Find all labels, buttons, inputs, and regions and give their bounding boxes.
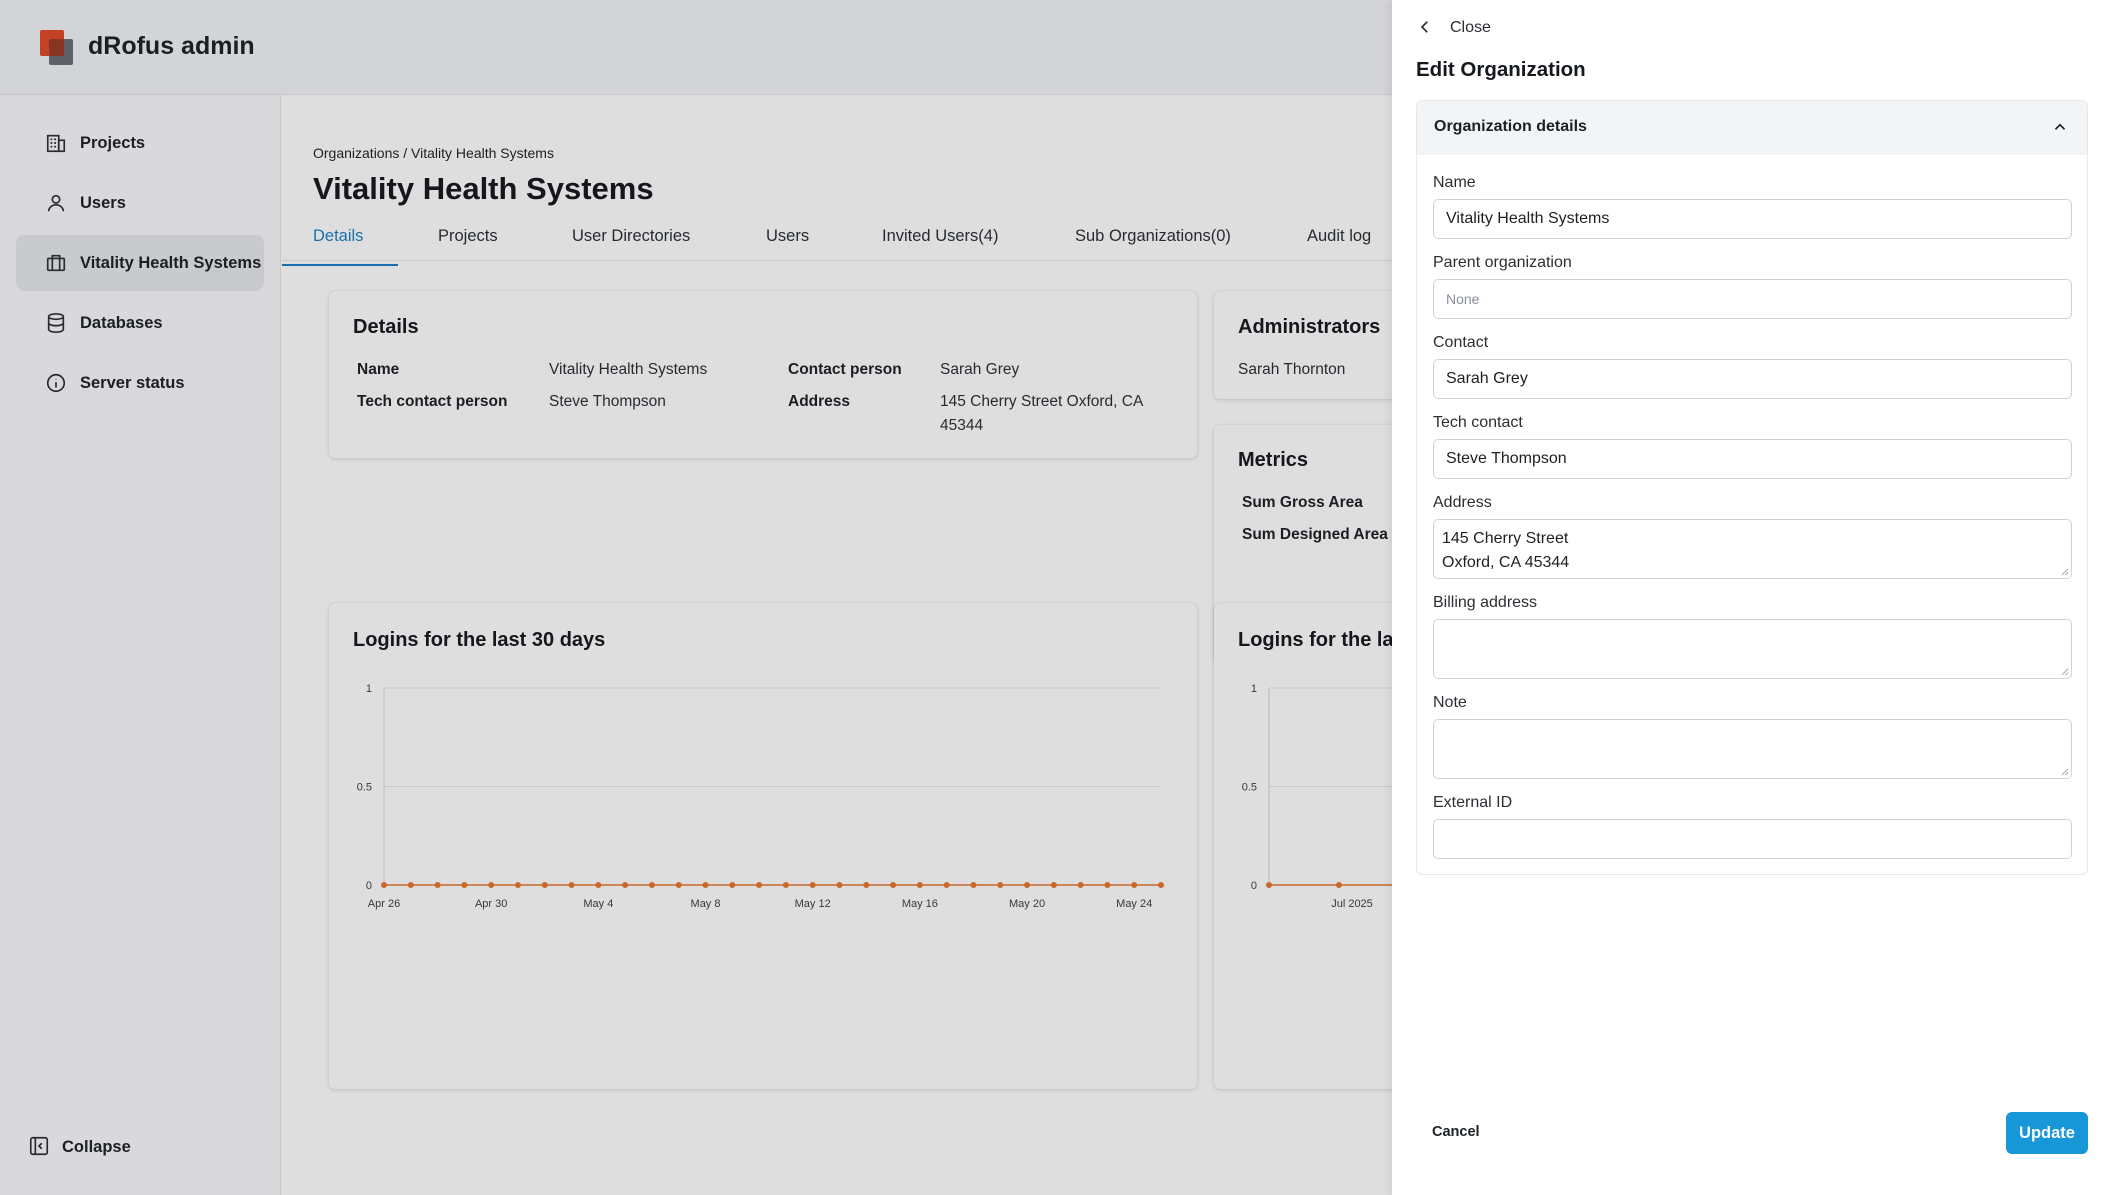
edit-organization-drawer: Close Edit Organization Organization det… [1392,0,2112,1195]
update-button[interactable]: Update [2006,1112,2088,1154]
address-field-label: Address [1433,494,1492,511]
close-button[interactable]: Close [1416,18,1491,38]
name-field-label: Name [1433,174,1476,191]
contact-field-label: Contact [1433,334,1489,351]
note-field-label: Note [1433,694,1467,711]
address-line-1: 145 Cherry Street [1442,530,1569,547]
drawer-title: Edit Organization [1416,58,1586,81]
address-line-2: Oxford, CA 45344 [1442,554,1570,571]
parent-organization-select[interactable]: None [1433,279,2072,319]
section-header-toggle[interactable]: Organization details [1417,101,2087,155]
organization-details-section: Organization details Name Vitality Healt… [1416,100,2088,875]
external-id-field[interactable] [1433,819,2072,859]
resize-grip-icon[interactable] [2060,567,2069,576]
note-textarea[interactable] [1433,719,2072,779]
address-textarea[interactable]: 145 Cherry Street Oxford, CA 45344 [1433,519,2072,579]
cancel-button[interactable]: Cancel [1432,1124,1480,1140]
name-field[interactable]: Vitality Health Systems [1433,199,2072,239]
parent-organization-label: Parent organization [1433,254,1572,271]
resize-grip-icon[interactable] [2060,767,2069,776]
resize-grip-icon[interactable] [2060,667,2069,676]
tech-contact-field-label: Tech contact [1433,414,1523,431]
billing-address-textarea[interactable] [1433,619,2072,679]
billing-address-label: Billing address [1433,594,1538,611]
section-title: Organization details [1434,118,1587,135]
contact-field[interactable]: Sarah Grey [1433,359,2072,399]
modal-backdrop[interactable] [0,0,1392,1195]
chevron-left-icon [1416,18,1436,38]
close-label: Close [1450,19,1491,36]
chevron-up-icon [2051,118,2071,138]
tech-contact-field[interactable]: Steve Thompson [1433,439,2072,479]
external-id-label: External ID [1433,794,1513,811]
